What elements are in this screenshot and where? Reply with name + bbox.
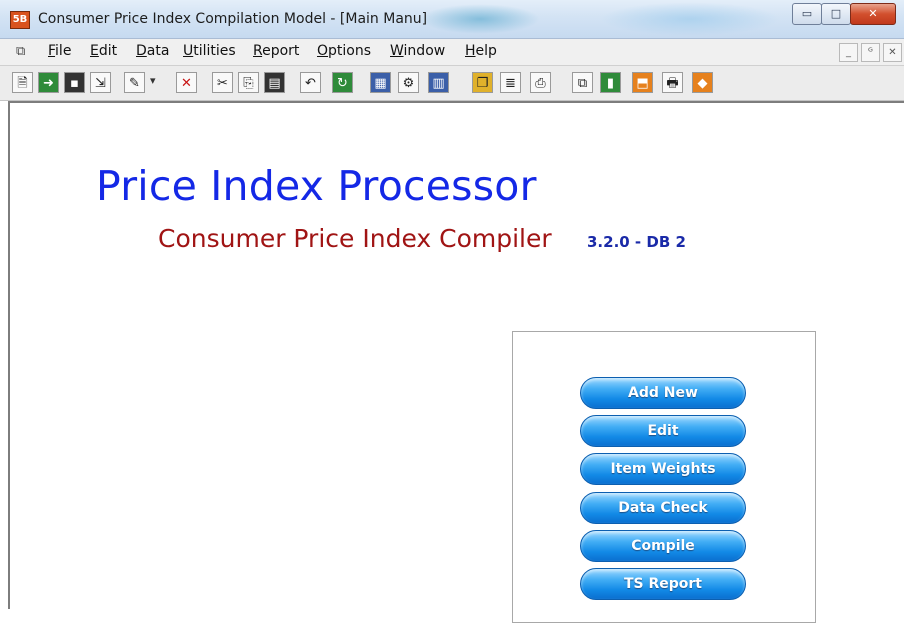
- dropdown-arrow-icon[interactable]: ▾: [150, 74, 156, 87]
- window-icon[interactable]: ⧉: [572, 72, 593, 93]
- add-new-button[interactable]: Add New: [580, 377, 746, 409]
- child-window-icon[interactable]: ⧉: [16, 44, 25, 59]
- minimize-window-button[interactable]: ▭: [792, 3, 822, 25]
- lookup-book-icon[interactable]: ❐: [472, 72, 493, 93]
- title-bar: 5B Consumer Price Index Compilation Mode…: [0, 0, 904, 39]
- maximize-window-button[interactable]: □: [821, 3, 851, 25]
- child-restore-button[interactable]: ᴳ: [861, 43, 880, 62]
- item-weights-button[interactable]: Item Weights: [580, 453, 746, 485]
- menu-bar: ⧉ File Edit Data Utilities Report Option…: [0, 39, 904, 66]
- exit-door-icon[interactable]: ➜: [38, 72, 59, 93]
- undo-icon[interactable]: ↶: [300, 72, 321, 93]
- version-label: 3.2.0 - DB 2: [587, 233, 686, 251]
- print-icon[interactable]: 🖶: [662, 72, 683, 93]
- menu-report[interactable]: Report: [253, 43, 299, 59]
- child-close-button[interactable]: ✕: [883, 43, 902, 62]
- edit-button[interactable]: Edit: [580, 415, 746, 447]
- delete-icon[interactable]: ✕: [176, 72, 197, 93]
- menu-data[interactable]: Data: [136, 43, 169, 59]
- grid-view-icon[interactable]: ▥: [428, 72, 449, 93]
- window-controls: ▭ □ ✕: [792, 3, 896, 25]
- print-preview-icon[interactable]: ⎙: [530, 72, 551, 93]
- open-file-icon[interactable]: ⇲: [90, 72, 111, 93]
- data-check-button[interactable]: Data Check: [580, 492, 746, 524]
- menu-help[interactable]: Help: [465, 43, 497, 59]
- child-minimize-button[interactable]: _: [839, 43, 858, 62]
- menu-utilities[interactable]: Utilities: [183, 43, 236, 59]
- save-icon[interactable]: ▪: [64, 72, 85, 93]
- child-window-controls: _ ᴳ ✕: [836, 43, 902, 62]
- toolbar: 🗎 ➜ ▪ ⇲ ✎ ▾ ✕ ✂ ⎘ ▤ ↶ ↻ ▦ ⚙ ▥ ❐ ≣ ⎙ ⧉ ▮ …: [0, 66, 904, 101]
- refresh-icon[interactable]: ↻: [332, 72, 353, 93]
- report-icon[interactable]: ≣: [500, 72, 521, 93]
- cut-icon[interactable]: ✂: [212, 72, 233, 93]
- ts-report-button[interactable]: TS Report: [580, 568, 746, 600]
- menu-options[interactable]: Options: [317, 43, 371, 59]
- title-bar-decoration: [420, 4, 540, 34]
- menu-window[interactable]: Window: [390, 43, 445, 59]
- app-subtitle: Consumer Price Index Compiler: [158, 224, 552, 253]
- form-view-icon[interactable]: ▦: [370, 72, 391, 93]
- export-icon[interactable]: ⬒: [632, 72, 653, 93]
- app-icon[interactable]: 5B: [10, 11, 30, 29]
- close-window-button[interactable]: ✕: [850, 3, 896, 25]
- new-document-icon[interactable]: 🗎: [12, 72, 33, 93]
- copy-icon[interactable]: ⎘: [238, 72, 259, 93]
- menu-file[interactable]: File: [48, 43, 71, 59]
- help-book-icon[interactable]: ◆: [692, 72, 713, 93]
- app-title: Price Index Processor: [96, 162, 537, 210]
- main-menu-panel: Add New Edit Item Weights Data Check Com…: [512, 331, 816, 623]
- window-title: Consumer Price Index Compilation Model -…: [38, 11, 428, 27]
- edit-pad-icon[interactable]: ✎: [124, 72, 145, 93]
- settings-icon[interactable]: ⚙: [398, 72, 419, 93]
- menu-edit[interactable]: Edit: [90, 43, 117, 59]
- compile-button[interactable]: Compile: [580, 530, 746, 562]
- title-bar-decoration: [600, 2, 780, 36]
- paste-icon[interactable]: ▤: [264, 72, 285, 93]
- calculator-icon[interactable]: ▮: [600, 72, 621, 93]
